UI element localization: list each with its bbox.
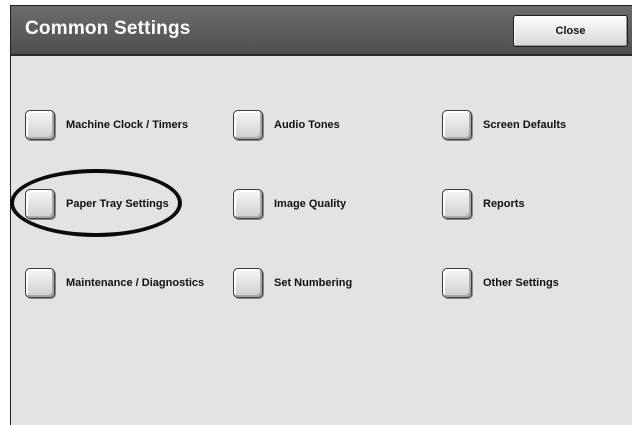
- page-title: Common Settings: [25, 18, 191, 39]
- audio-tones-button-face[interactable]: [233, 110, 263, 140]
- set-numbering-label: Set Numbering: [274, 277, 353, 289]
- machine-clock-timers-button[interactable]: Machine Clock / Timers: [25, 108, 188, 142]
- image-quality-button-face[interactable]: [233, 189, 263, 219]
- paper-tray-settings-button-face[interactable]: [25, 189, 55, 219]
- audio-tones-button[interactable]: Audio Tones: [233, 108, 340, 142]
- paper-tray-settings-label: Paper Tray Settings: [66, 198, 169, 210]
- reports-label: Reports: [483, 198, 525, 210]
- audio-tones-label: Audio Tones: [274, 119, 340, 131]
- other-settings-label: Other Settings: [483, 277, 559, 289]
- image-quality-label: Image Quality: [274, 198, 347, 210]
- reports-button-face[interactable]: [442, 189, 472, 219]
- close-button[interactable]: Close: [513, 15, 628, 47]
- screen-defaults-label: Screen Defaults: [483, 119, 567, 131]
- maintenance-diagnostics-button-face[interactable]: [25, 268, 55, 298]
- screen-defaults-button-face[interactable]: [442, 110, 472, 140]
- set-numbering-button[interactable]: Set Numbering: [233, 266, 352, 300]
- image-quality-button[interactable]: Image Quality: [233, 187, 346, 221]
- set-numbering-button-face[interactable]: [233, 268, 263, 298]
- title-bar: Common Settings Close: [11, 6, 632, 56]
- machine-clock-timers-button-face[interactable]: [25, 110, 55, 140]
- machine-clock-timers-label: Machine Clock / Timers: [66, 119, 189, 131]
- reports-button[interactable]: Reports: [442, 187, 525, 221]
- maintenance-diagnostics-label: Maintenance / Diagnostics: [66, 277, 205, 289]
- other-settings-button-face[interactable]: [442, 268, 472, 298]
- paper-tray-settings-button[interactable]: Paper Tray Settings: [25, 187, 169, 221]
- other-settings-button[interactable]: Other Settings: [442, 266, 559, 300]
- maintenance-diagnostics-button[interactable]: Maintenance / Diagnostics: [25, 266, 204, 300]
- screen-defaults-button[interactable]: Screen Defaults: [442, 108, 566, 142]
